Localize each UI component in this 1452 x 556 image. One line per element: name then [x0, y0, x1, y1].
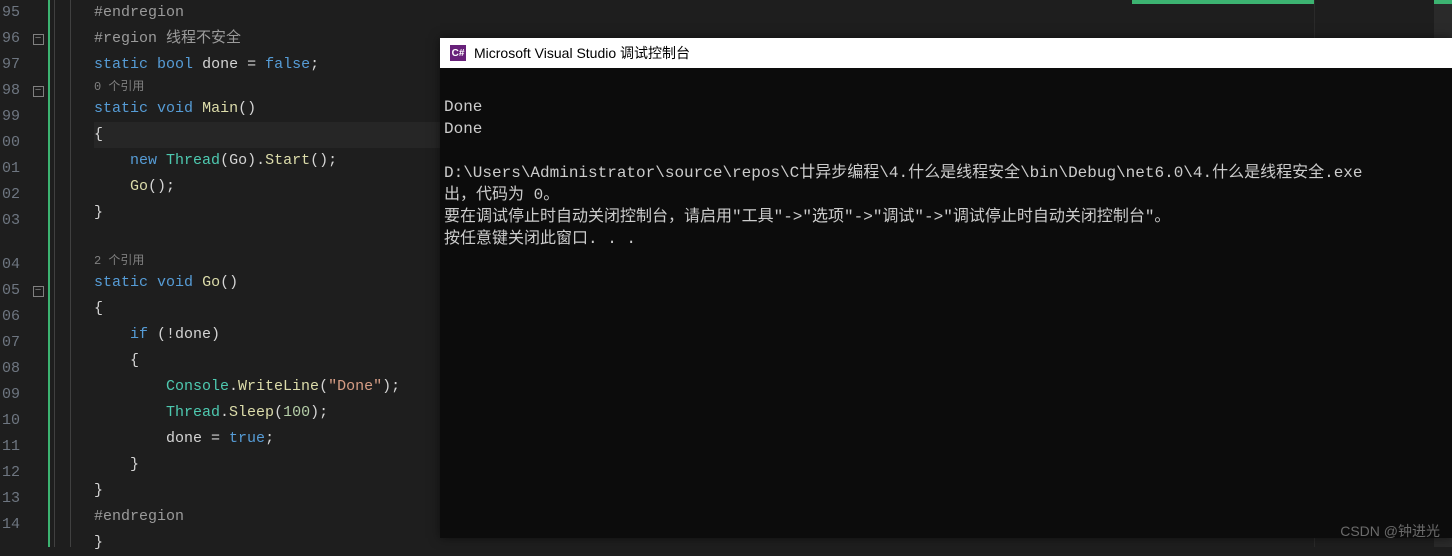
- line-number: 12: [0, 460, 20, 486]
- keyword-if: if: [130, 326, 148, 343]
- console-titlebar[interactable]: C# Microsoft Visual Studio 调试控制台: [440, 38, 1452, 68]
- literal-true: true: [229, 430, 265, 447]
- line-number: 08: [0, 356, 20, 382]
- line-number: 97: [0, 52, 20, 78]
- class-console: Console: [166, 378, 229, 395]
- line-number: 95: [0, 0, 20, 26]
- line-number: 03: [0, 208, 20, 234]
- class-thread: Thread: [166, 152, 220, 169]
- line-number-gutter: 95 96 97 98 99 00 01 02 03 04 05 06 07 0…: [0, 0, 28, 547]
- line-number: 98: [0, 78, 20, 104]
- console-line: 要在调试停止时自动关闭控制台，请启用"工具"->"选项"->"调试"->"调试停…: [444, 208, 1170, 226]
- line-number: 07: [0, 330, 20, 356]
- fold-toggle-icon[interactable]: −: [33, 86, 44, 97]
- type-void: void: [157, 100, 193, 117]
- line-number: 05: [0, 278, 20, 304]
- fold-toggle-icon[interactable]: −: [33, 286, 44, 297]
- type-bool: bool: [157, 56, 193, 73]
- line-number: 10: [0, 408, 20, 434]
- watermark: CSDN @钟进光: [1340, 521, 1440, 541]
- var-done: done: [202, 56, 238, 73]
- console-line: 出，代码为 0。: [444, 186, 559, 204]
- keyword-new: new: [130, 152, 157, 169]
- number-100: 100: [283, 404, 310, 421]
- console-line: D:\Users\Administrator\source\repos\C廿异步…: [444, 164, 1363, 182]
- line-number: 04: [0, 252, 20, 278]
- string-done: "Done": [328, 378, 382, 395]
- line-number: 09: [0, 382, 20, 408]
- line-number: 96: [0, 26, 20, 52]
- line-number: 99: [0, 104, 20, 130]
- codelens-references[interactable]: 2 个引用: [94, 254, 144, 268]
- method-sleep: Sleep: [229, 404, 274, 421]
- codelens-references[interactable]: 0 个引用: [94, 80, 144, 94]
- line-number: 14: [0, 512, 20, 538]
- method-go: Go: [202, 274, 220, 291]
- fold-toggle-icon[interactable]: −: [33, 34, 44, 45]
- line-number: 01: [0, 156, 20, 182]
- console-line: 按任意键关闭此窗口. . .: [444, 230, 636, 248]
- visual-studio-icon: C#: [450, 45, 466, 61]
- method-start: Start: [265, 152, 310, 169]
- indent-guides: [50, 0, 90, 547]
- console-line: Done: [444, 98, 482, 116]
- line-number: 11: [0, 434, 20, 460]
- line-number: 06: [0, 304, 20, 330]
- region-start: #region 线程不安全: [94, 30, 241, 47]
- fold-gutter[interactable]: − − −: [28, 0, 50, 547]
- keyword-static: static: [94, 56, 148, 73]
- region-end: #endregion: [94, 4, 184, 21]
- console-title: Microsoft Visual Studio 调试控制台: [474, 43, 690, 63]
- line-number: 00: [0, 130, 20, 156]
- method-writeline: WriteLine: [238, 378, 319, 395]
- method-main: Main: [202, 100, 238, 117]
- debug-console-window[interactable]: C# Microsoft Visual Studio 调试控制台 Done Do…: [440, 38, 1452, 538]
- line-number: 13: [0, 486, 20, 512]
- console-output[interactable]: Done Done D:\Users\Administrator\source\…: [440, 68, 1452, 278]
- console-line: Done: [444, 120, 482, 138]
- literal-false: false: [265, 56, 310, 73]
- line-number: 02: [0, 182, 20, 208]
